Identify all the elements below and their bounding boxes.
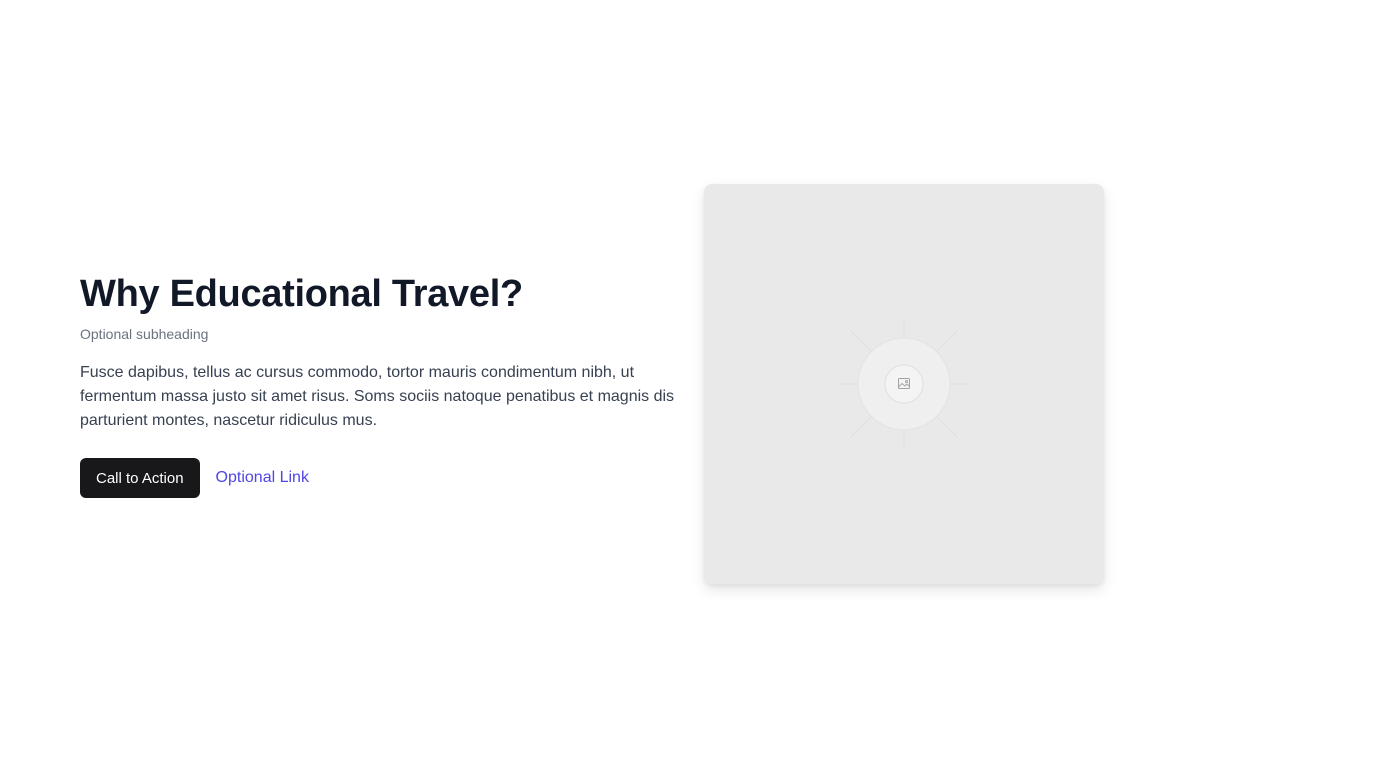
- page-title: Why Educational Travel?: [80, 273, 523, 315]
- optional-link[interactable]: Optional Link: [216, 469, 309, 487]
- hero-text-column: Why Educational Travel? Optional subhead…: [80, 270, 680, 498]
- body-text: Fusce dapibus, tellus ac cursus commodo,…: [80, 364, 675, 429]
- placeholder-graphic: [839, 319, 969, 449]
- hero-section: Why Educational Travel? Optional subhead…: [0, 0, 1376, 768]
- hero-actions: Call to Action Optional Link: [80, 458, 680, 498]
- image-placeholder: [704, 184, 1104, 584]
- subheading: Optional subheading: [80, 326, 209, 342]
- call-to-action-button[interactable]: Call to Action: [80, 458, 200, 498]
